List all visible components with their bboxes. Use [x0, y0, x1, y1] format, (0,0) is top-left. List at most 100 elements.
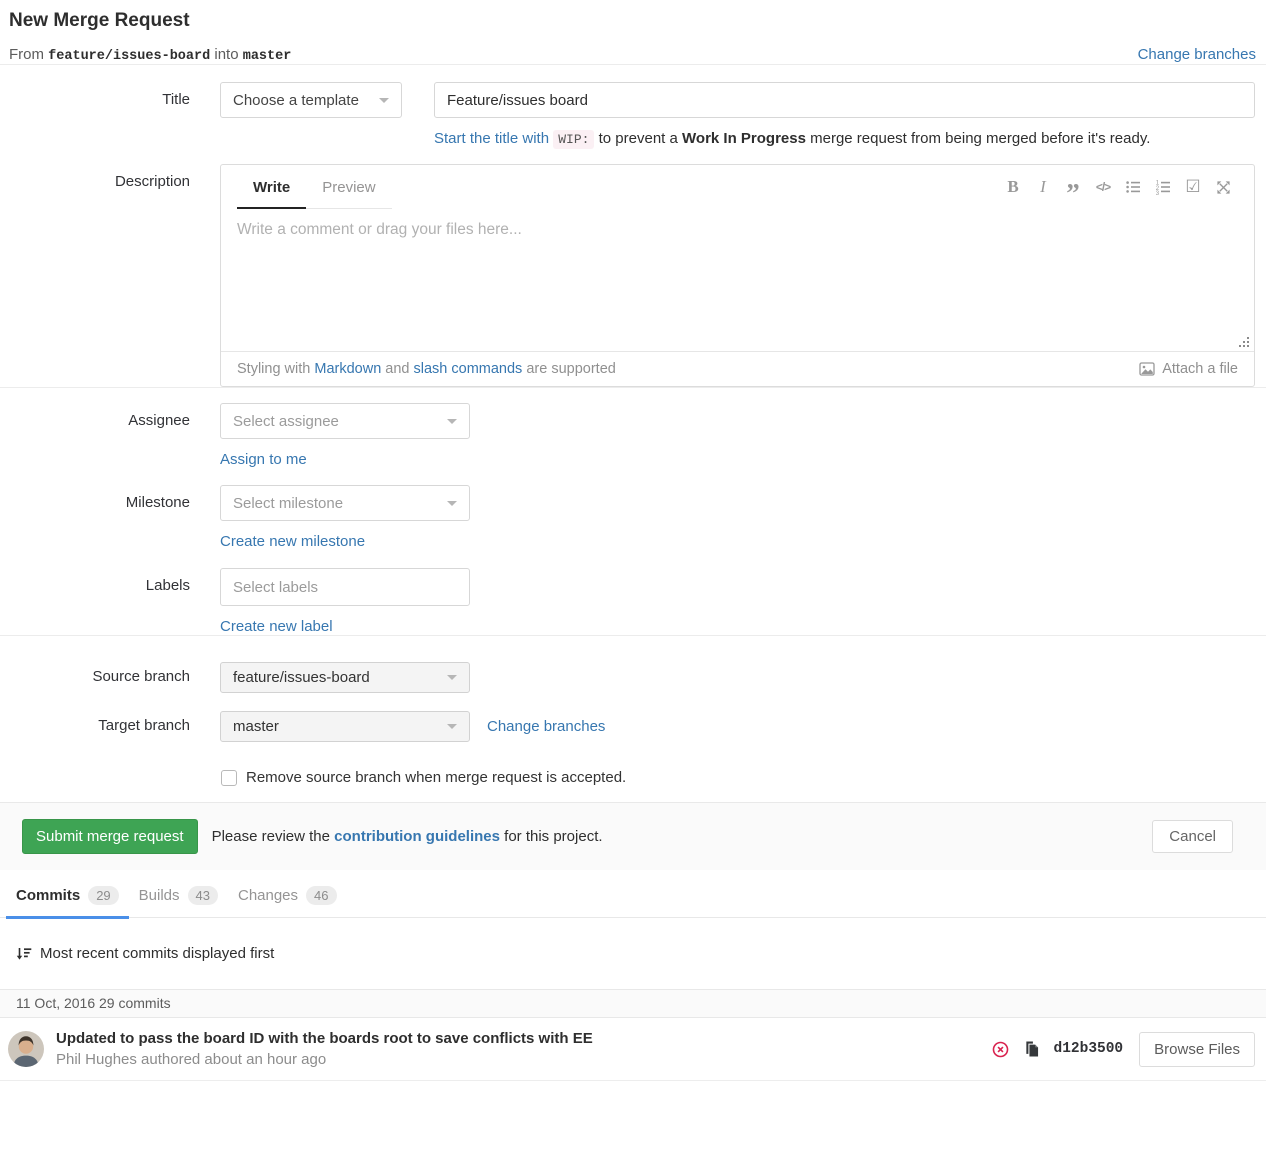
markdown-link[interactable]: Markdown [314, 361, 381, 377]
create-label-link[interactable]: Create new label [220, 618, 333, 635]
wip-code: WIP: [553, 130, 594, 149]
chevron-down-icon [447, 419, 457, 424]
assignee-select[interactable]: Select assignee [220, 403, 470, 439]
merge-request-tabs: Commits 29 Builds 43 Changes 46 [0, 871, 1266, 918]
commit-info: Updated to pass the board ID with the bo… [56, 1030, 992, 1068]
tab-changes[interactable]: Changes 46 [228, 871, 347, 918]
template-select-value: Choose a template [233, 92, 359, 109]
wip-hint-link[interactable]: Start the title with [434, 130, 549, 147]
tab-builds[interactable]: Builds 43 [129, 871, 228, 918]
review-note-suffix: for this project. [500, 828, 603, 845]
commits-sort-note: Most recent commits displayed first [16, 945, 1266, 962]
attach-file-button[interactable]: Attach a file [1139, 361, 1238, 377]
form-actions-bar: Submit merge request Please review the c… [0, 802, 1266, 870]
bold-icon[interactable]: B [998, 172, 1028, 202]
styling-note-prefix: Styling with [237, 361, 314, 377]
remove-source-checkbox[interactable] [221, 770, 237, 786]
into-label: into [214, 46, 238, 63]
title-row: Title Choose a template Start the title … [9, 82, 1255, 147]
page-title: New Merge Request [9, 10, 1256, 32]
markdown-editor: Write Preview B I ” </> 123 ☑ [220, 164, 1255, 387]
wip-hint-end: merge request from being merged before i… [806, 130, 1150, 147]
target-branch-name: master [243, 49, 292, 64]
commit-date-header: 11 Oct, 2016 29 commits [0, 989, 1266, 1018]
assignee-row: Assignee Select assignee Assign to me [9, 403, 1255, 468]
submit-merge-request-button[interactable]: Submit merge request [22, 819, 198, 854]
numbered-list-icon[interactable]: 123 [1148, 172, 1178, 202]
milestone-select-value: Select milestone [233, 495, 343, 512]
milestone-row: Milestone Select milestone Create new mi… [9, 485, 1255, 550]
labels-select[interactable]: Select labels [220, 568, 470, 606]
markdown-tabs: Write Preview [237, 165, 392, 209]
styling-note-suffix: are supported [522, 361, 616, 377]
task-list-icon[interactable]: ☑ [1178, 172, 1208, 202]
target-branch-select[interactable]: master [220, 711, 470, 742]
changes-count-badge: 46 [306, 886, 336, 905]
branch-summary: From feature/issues-board into master [9, 46, 291, 64]
source-branch-label: Source branch [9, 662, 190, 685]
labels-row: Labels Select labels Create new label [9, 568, 1255, 635]
image-icon [1139, 361, 1155, 377]
review-note: Please review the contribution guideline… [212, 828, 603, 845]
assign-to-me-link[interactable]: Assign to me [220, 451, 307, 468]
browse-files-button[interactable]: Browse Files [1139, 1032, 1255, 1067]
source-branch-select[interactable]: feature/issues-board [220, 662, 470, 693]
divider [0, 387, 1266, 388]
change-branches-link-top[interactable]: Change branches [1138, 46, 1256, 63]
quote-icon[interactable]: ” [1058, 172, 1088, 202]
description-textarea[interactable] [221, 209, 1254, 351]
fullscreen-icon[interactable] [1208, 172, 1238, 202]
from-label: From [9, 46, 44, 63]
chevron-down-icon [379, 98, 389, 103]
markdown-footer: Styling with Markdown and slash commands… [221, 351, 1254, 386]
wip-hint-bold: Work In Progress [682, 130, 806, 147]
tab-changes-label: Changes [238, 887, 298, 904]
avatar[interactable] [8, 1031, 44, 1067]
tab-builds-label: Builds [139, 887, 180, 904]
labels-select-value: Select labels [233, 579, 318, 596]
target-branch-row: Target branch master Change branches [9, 711, 1255, 742]
description-row: Description Write Preview B I ” </> 123 … [9, 164, 1255, 387]
copy-sha-icon[interactable] [1024, 1041, 1039, 1057]
styling-note-and: and [381, 361, 413, 377]
create-milestone-link[interactable]: Create new milestone [220, 533, 365, 550]
commit-list-item: Updated to pass the board ID with the bo… [0, 1018, 1266, 1081]
sort-descending-icon [16, 946, 32, 962]
cancel-button[interactable]: Cancel [1152, 820, 1233, 853]
template-select[interactable]: Choose a template [220, 82, 402, 118]
assignee-label: Assignee [9, 403, 190, 429]
tab-commits[interactable]: Commits 29 [6, 871, 129, 918]
change-branches-link-bottom[interactable]: Change branches [487, 718, 605, 735]
tab-write[interactable]: Write [237, 165, 306, 210]
builds-count-badge: 43 [188, 886, 218, 905]
commit-author-line: Phil Hughes authored about an hour ago [56, 1051, 992, 1068]
attach-file-label: Attach a file [1162, 361, 1238, 377]
commit-actions: d12b3500 Browse Files [992, 1032, 1255, 1067]
title-input[interactable] [434, 82, 1255, 118]
source-branch-value: feature/issues-board [233, 669, 370, 686]
resize-grip-icon[interactable] [1247, 345, 1249, 347]
milestone-select[interactable]: Select milestone [220, 485, 470, 521]
markdown-toolbar: B I ” </> 123 ☑ [998, 172, 1238, 202]
sort-note-text: Most recent commits displayed first [40, 945, 274, 962]
chevron-down-icon [447, 724, 457, 729]
chevron-down-icon [447, 675, 457, 680]
commit-sha[interactable]: d12b3500 [1054, 1041, 1124, 1057]
title-label: Title [9, 82, 190, 108]
contribution-guidelines-link[interactable]: contribution guidelines [334, 828, 500, 845]
review-note-prefix: Please review the [212, 828, 335, 845]
commit-title-link[interactable]: Updated to pass the board ID with the bo… [56, 1030, 992, 1047]
slash-commands-link[interactable]: slash commands [414, 361, 523, 377]
ci-failed-icon[interactable] [992, 1041, 1009, 1058]
tab-preview[interactable]: Preview [306, 165, 391, 208]
divider [0, 635, 1266, 636]
bullet-list-icon[interactable] [1118, 172, 1148, 202]
labels-label: Labels [9, 568, 190, 594]
wip-hint-mid: to prevent a [594, 130, 682, 147]
target-branch-label: Target branch [9, 711, 190, 734]
source-branch-name: feature/issues-board [48, 49, 210, 64]
code-icon[interactable]: </> [1088, 172, 1118, 202]
italic-icon[interactable]: I [1028, 172, 1058, 202]
source-branch-row: Source branch feature/issues-board [9, 662, 1255, 693]
svg-text:3: 3 [1156, 191, 1160, 195]
